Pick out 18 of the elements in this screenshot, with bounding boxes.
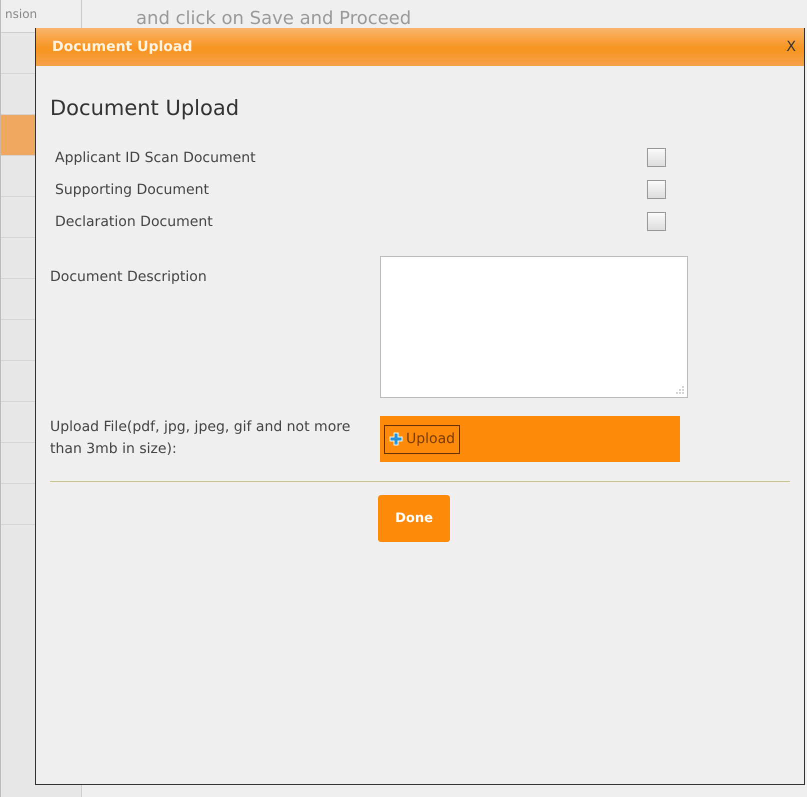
document-type-label: Supporting Document (55, 182, 209, 198)
document-type-label: Applicant ID Scan Document (55, 150, 256, 166)
plus-icon (389, 432, 403, 446)
resize-grip-icon[interactable] (676, 386, 684, 394)
description-label: Document Description (50, 268, 208, 287)
close-button[interactable]: X (786, 39, 796, 55)
upload-file-label: Upload File(pdf, jpg, jpeg, gif and not more than 3mb in size): (50, 418, 352, 459)
done-button[interactable]: Done (378, 495, 450, 542)
checkbox[interactable] (647, 212, 666, 231)
description-field[interactable] (380, 256, 688, 398)
checkbox[interactable] (647, 180, 666, 199)
instruction-text: and click on Save and Proceed (135, 7, 412, 29)
dialog-heading: Document Upload (50, 96, 240, 120)
dialog-title: Document Upload (52, 39, 192, 55)
sidebar-cell: nsion (1, 0, 81, 33)
document-type-label: Declaration Document (55, 214, 213, 230)
checkbox[interactable] (647, 148, 666, 167)
upload-button[interactable]: Upload (384, 424, 460, 454)
